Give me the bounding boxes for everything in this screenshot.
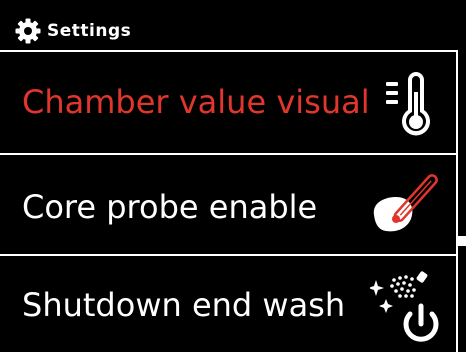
gear-icon xyxy=(15,18,41,44)
scrollbar-thumb[interactable] xyxy=(458,236,466,246)
page-title: Settings xyxy=(47,21,132,41)
wash-shutdown-icon xyxy=(370,271,439,342)
menu-item-label: Core probe enable xyxy=(22,188,318,226)
thermometer-icon xyxy=(386,72,430,136)
settings-menu: Chamber value visualizat Core probe en xyxy=(0,50,458,352)
menu-item-label: Chamber value visualizat xyxy=(22,83,370,121)
menu-item-core-probe-enable[interactable]: Core probe enable xyxy=(0,153,456,254)
menu-item-chamber-value-visualization[interactable]: Chamber value visualizat xyxy=(0,50,456,153)
menu-item-shutdown-end-wash[interactable]: Shutdown end wash xyxy=(0,254,456,352)
menu-item-label: Shutdown end wash xyxy=(22,286,346,324)
core-probe-icon xyxy=(373,174,438,232)
header-bar: Settings xyxy=(0,0,466,50)
settings-screen: Settings Chamber value visualizat xyxy=(0,0,466,352)
